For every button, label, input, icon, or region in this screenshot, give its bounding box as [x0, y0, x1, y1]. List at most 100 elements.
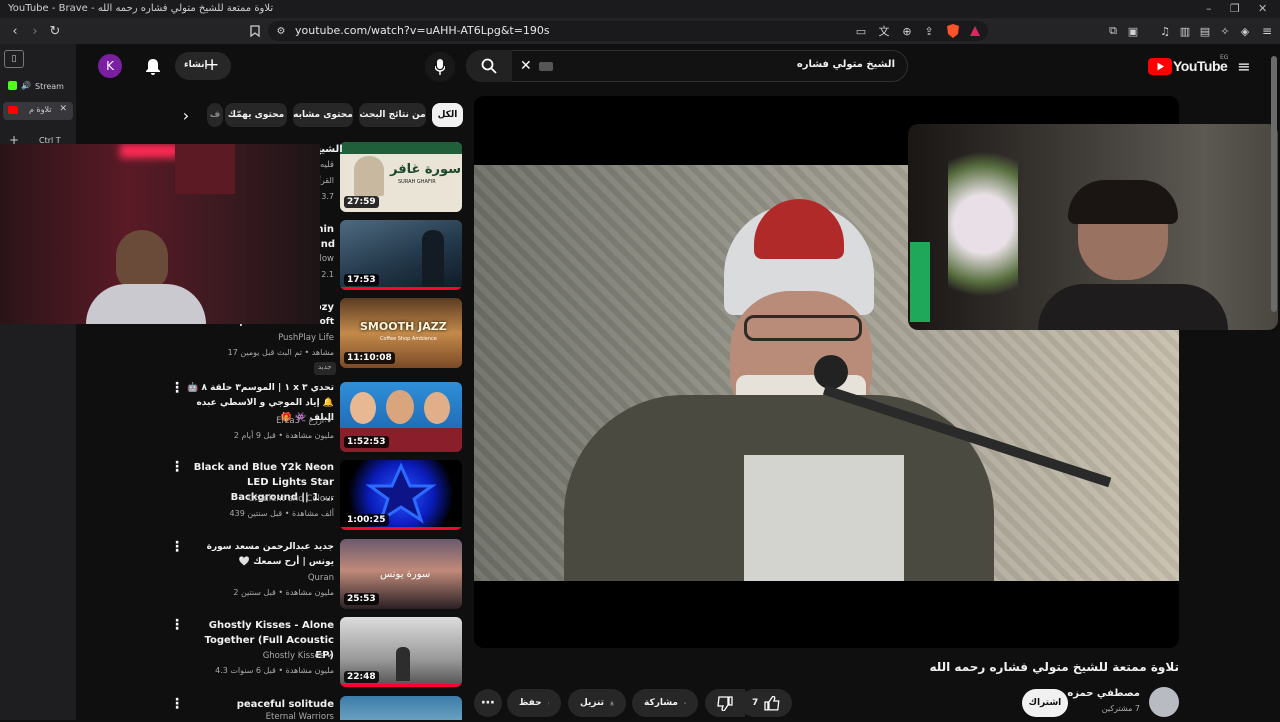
related-title[interactable]: peaceful solitude — [184, 697, 334, 712]
like-count: 7 — [752, 698, 759, 708]
minimize-icon[interactable]: – — [1206, 2, 1212, 15]
flower-arrangement — [948, 134, 1018, 314]
related-channel[interactable]: Ghostly Kisses ✔ — [184, 651, 334, 661]
tab-youtube-active[interactable]: تلاوة م ✕ — [3, 102, 73, 120]
vpn-icon[interactable]: ◈ — [1236, 22, 1254, 40]
close-window-icon[interactable]: ✕ — [1258, 2, 1267, 15]
related-channel[interactable]: Gradient and Colour — [184, 494, 334, 504]
microphone — [814, 355, 848, 389]
download-label: تنزيل — [580, 698, 605, 708]
extensions-icon[interactable]: ⧉ — [1104, 22, 1122, 40]
subscribe-button[interactable]: اشتراك — [1022, 689, 1068, 717]
url-text[interactable]: youtube.com/watch?v=uAHH-AT6Lpg&t=190s — [295, 24, 550, 37]
share-button[interactable]: مشاركة — [632, 689, 698, 717]
forward-icon[interactable]: › — [26, 22, 44, 40]
more-options-icon[interactable]: ⋮ — [170, 459, 184, 475]
channel-avatar[interactable] — [1149, 687, 1179, 717]
search-input[interactable]: الشيخ متولي فشاره — [797, 59, 895, 70]
chip-for-you[interactable]: محتوى يهمّك — [225, 103, 287, 127]
close-tab-icon[interactable]: ✕ — [59, 104, 67, 114]
search-box[interactable]: الشيخ متولي فشاره ✕ — [466, 50, 908, 82]
related-thumbnail[interactable]: سورة غافر SURAH GHAFIR 27:59 — [340, 142, 462, 212]
translate-icon[interactable]: 文 — [875, 22, 893, 40]
dislike-button[interactable] — [705, 689, 745, 717]
reciter-photo — [354, 156, 384, 196]
related-thumbnail[interactable]: 1:00:25 — [340, 460, 462, 530]
person-face — [386, 390, 414, 424]
chip-scroll-left-icon[interactable]: › — [176, 105, 196, 125]
brave-shields-icon[interactable] — [944, 22, 962, 40]
share-page-icon[interactable]: ⇪ — [920, 22, 938, 40]
related-thumbnail[interactable]: 1:52:53 — [340, 382, 462, 452]
video-duration: 17:53 — [344, 274, 379, 286]
zoom-icon[interactable]: ⊕ — [898, 22, 916, 40]
video-duration: 1:52:53 — [344, 436, 389, 448]
tab-panel-toggle-icon[interactable]: ▯ — [4, 50, 24, 68]
chip-all[interactable]: الكل — [432, 103, 463, 127]
more-options-icon[interactable]: ⋮ — [170, 539, 184, 555]
chip-partial[interactable]: ف — [207, 103, 223, 127]
menu-icon[interactable]: ≡ — [1258, 22, 1276, 40]
more-options-icon[interactable]: ⋮ — [170, 696, 184, 712]
screenshot-icon[interactable]: ▣ — [1124, 22, 1142, 40]
voice-search-icon[interactable] — [425, 52, 455, 82]
channel-name[interactable]: مصطفي حمزه — [1067, 688, 1140, 699]
media-icon[interactable]: ♫ — [1156, 22, 1174, 40]
related-title[interactable]: جديد عبدالرحمن مسعد سورة يونس | أرح سمعك… — [184, 540, 334, 570]
more-options-icon[interactable]: ⋮ — [170, 380, 184, 396]
cast-icon[interactable]: ▭ — [852, 22, 870, 40]
save-playlist-icon — [547, 702, 549, 704]
speaker-icon: 🔊 — [21, 81, 31, 90]
related-thumbnail[interactable]: سورة يونس 25:53 — [340, 539, 462, 609]
youtube-logo-icon[interactable] — [1148, 58, 1172, 75]
reload-icon[interactable]: ↻ — [46, 22, 64, 40]
site-settings-icon[interactable]: ⚙ — [272, 22, 290, 40]
search-button[interactable] — [466, 50, 512, 82]
streamer-head — [116, 230, 168, 290]
related-thumbnail[interactable]: 17:53 — [340, 220, 462, 290]
related-thumbnail[interactable]: 22:48 — [340, 617, 462, 687]
bookmark-icon[interactable] — [246, 22, 264, 40]
related-channel[interactable]: Quran — [184, 573, 334, 583]
tab-label: تلاوة م — [29, 105, 52, 114]
keyboard-icon[interactable] — [539, 62, 553, 71]
create-button[interactable]: + إنشاء — [175, 52, 231, 80]
brave-rewards-icon[interactable] — [966, 22, 984, 40]
related-channel[interactable]: PushPlay Life — [184, 333, 334, 343]
more-actions-icon[interactable]: ⋯ — [474, 689, 502, 717]
share-label: مشاركة — [644, 698, 678, 708]
clear-search-icon[interactable]: ✕ — [520, 58, 532, 74]
more-options-icon[interactable]: ⋮ — [170, 617, 184, 633]
wallet-icon[interactable]: ▤ — [1196, 22, 1214, 40]
download-button[interactable]: تنزيل — [568, 689, 626, 717]
related-thumbnail[interactable]: SMOOTH JAZZ Coffee Shop Ambience 11:10:0… — [340, 298, 462, 368]
related-channel[interactable]: Eternal Warriors — [184, 712, 334, 722]
chip-from-search[interactable]: من نتائج البحث — [359, 103, 426, 127]
leo-ai-icon[interactable]: ✧ — [1216, 22, 1234, 40]
restore-icon[interactable]: ❐ — [1230, 2, 1240, 15]
youtube-favicon-icon — [8, 106, 18, 114]
figure-silhouette — [396, 647, 410, 681]
page-scrollbar[interactable] — [1271, 56, 1277, 312]
video-duration: 11:10:08 — [344, 352, 395, 364]
thumb-text: SMOOTH JAZZ — [360, 320, 447, 333]
account-avatar[interactable]: K — [98, 54, 122, 78]
like-button[interactable]: 7 — [740, 689, 792, 717]
thumbs-up-icon — [764, 695, 780, 711]
green-light — [910, 242, 930, 322]
tab-stream[interactable]: 🔊 Stream — [3, 78, 73, 96]
region-code: EG — [1220, 54, 1229, 61]
chip-related[interactable]: محتوى مشابه — [293, 103, 353, 127]
notifications-bell-icon[interactable] — [142, 56, 164, 78]
watch-progress-bar — [340, 684, 462, 687]
back-icon[interactable]: ‹ — [6, 22, 24, 40]
related-channel[interactable]: Erza3 - ازرع ✔ — [184, 416, 334, 426]
related-thumbnail[interactable] — [340, 696, 462, 720]
new-badge: جديد — [314, 362, 336, 375]
sidebar-toggle-icon[interactable]: ▥ — [1176, 22, 1194, 40]
save-button[interactable]: حفظ — [507, 689, 561, 717]
guide-menu-icon[interactable]: ≡ — [1234, 56, 1254, 76]
create-label: إنشاء — [184, 60, 208, 70]
related-meta: 439 ألف مشاهدة • قبل سنتين — [229, 509, 334, 518]
led-light — [120, 144, 180, 158]
